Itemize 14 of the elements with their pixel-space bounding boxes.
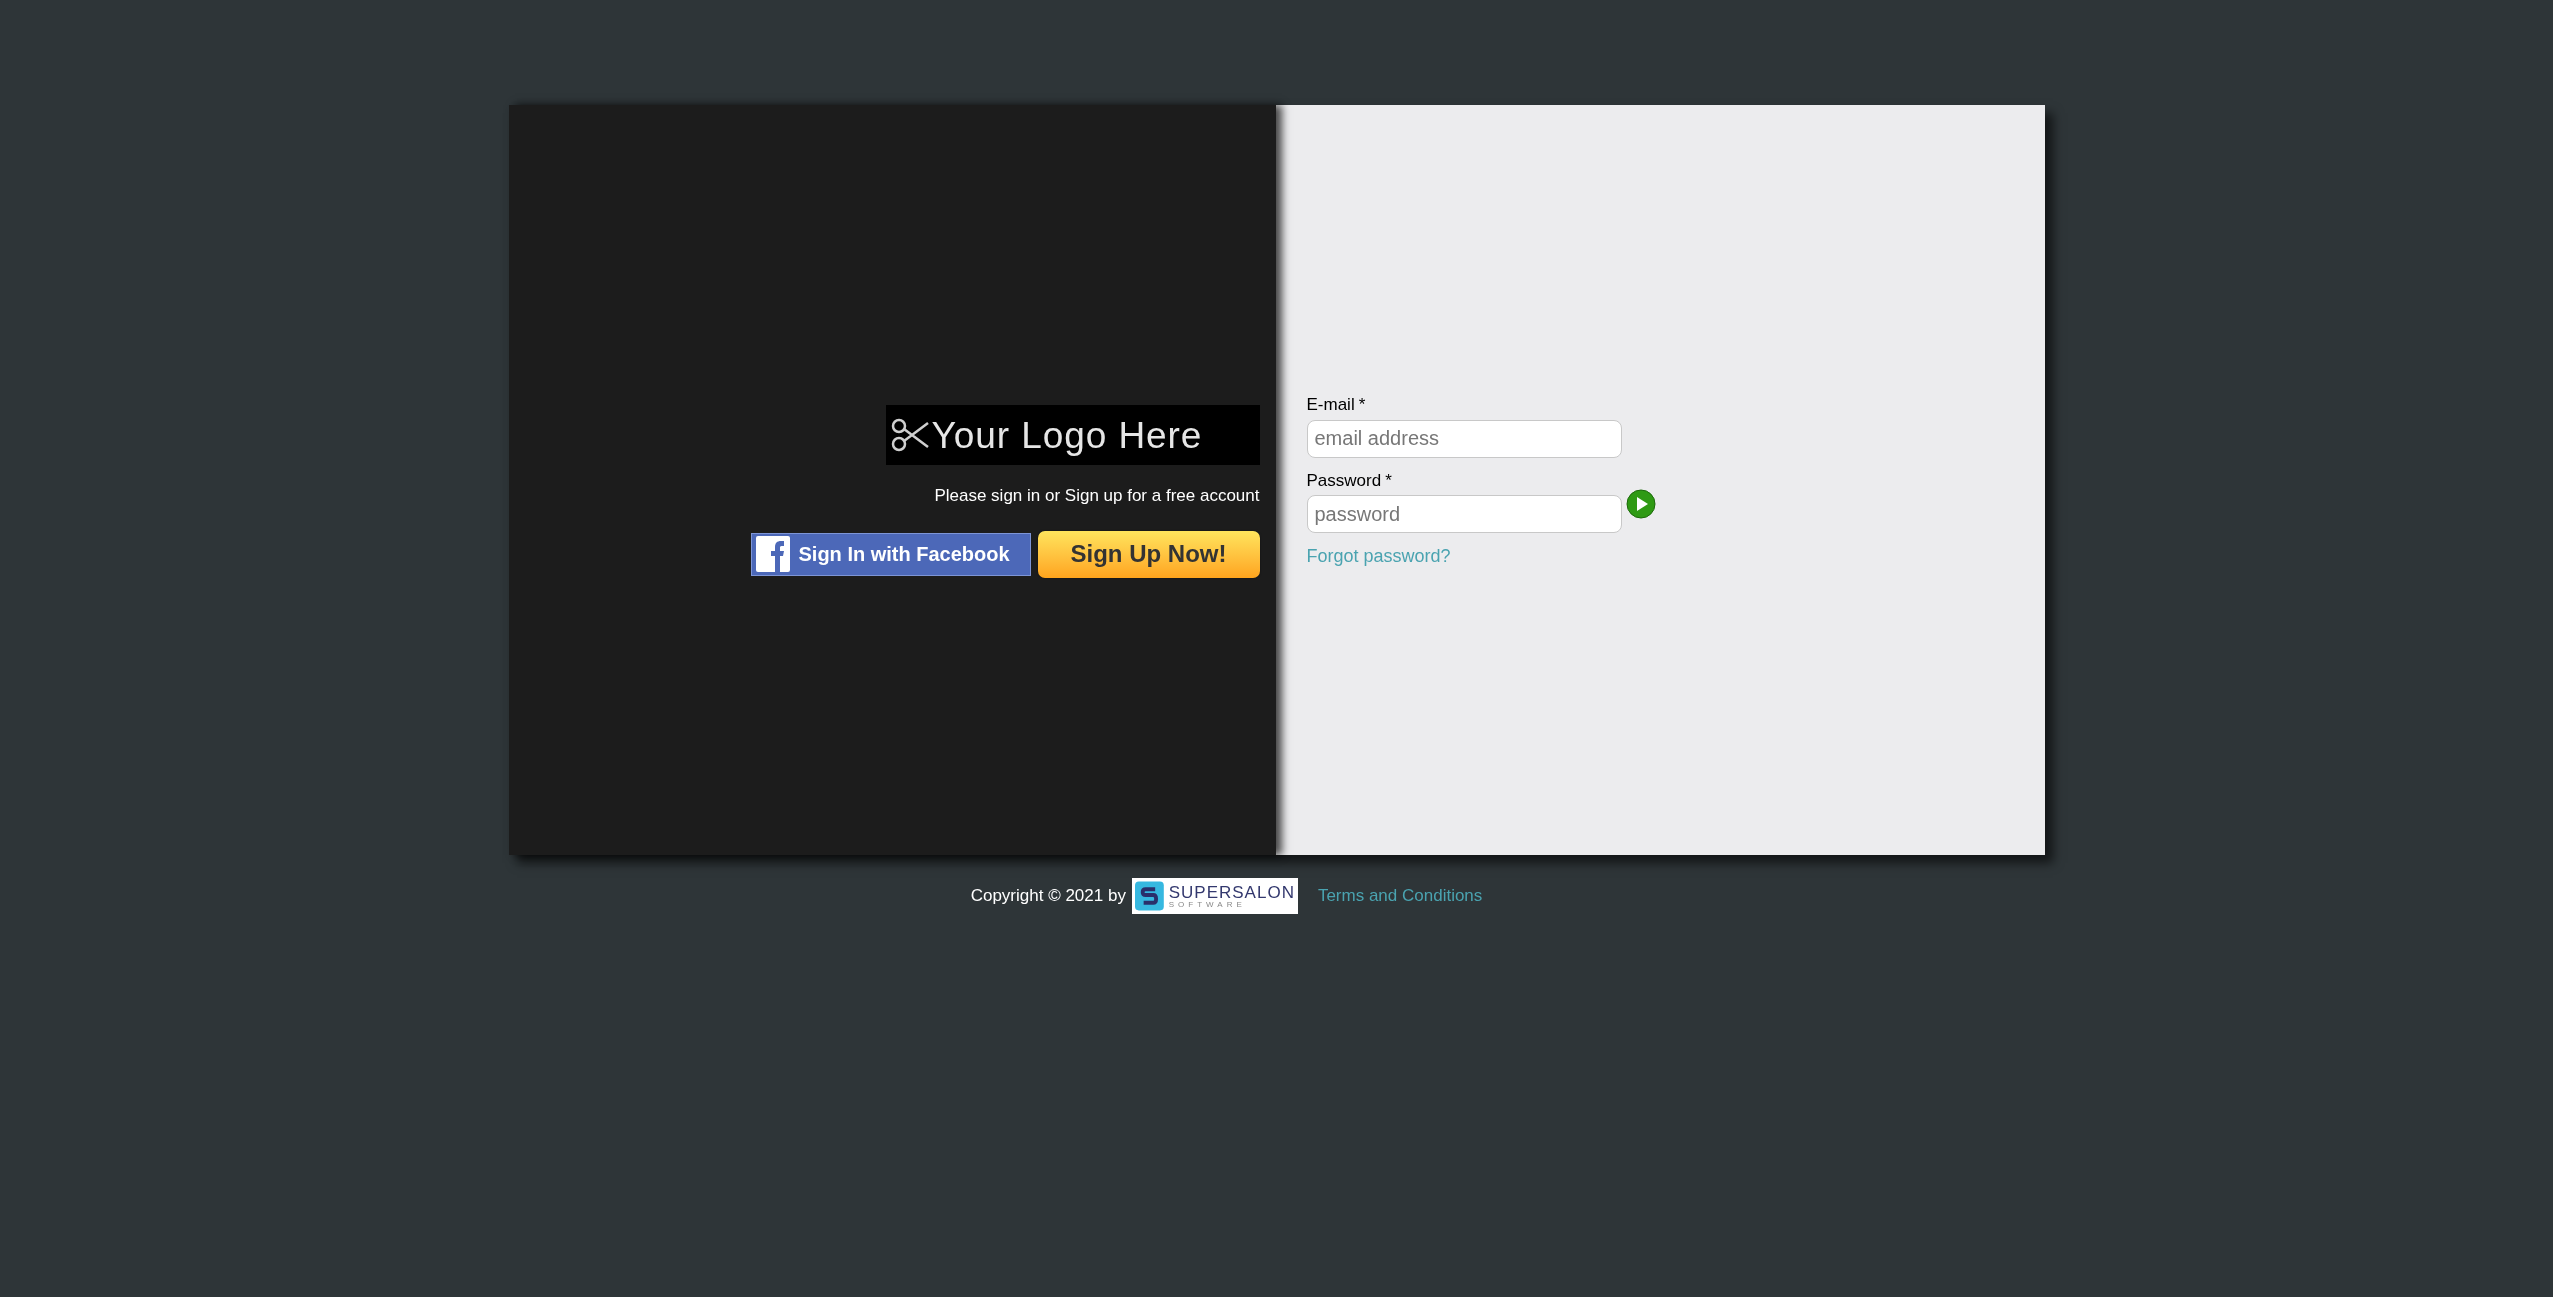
brand-name: SUPERSALON <box>1168 883 1295 901</box>
sign-up-button[interactable]: Sign Up Now! <box>1037 530 1260 578</box>
copyright-text: Copyright © 2021 by <box>970 885 1126 908</box>
sign-in-prompt: Please sign in or Sign up for a free account <box>934 485 1260 507</box>
email-input-field[interactable]: email address <box>1306 419 1622 458</box>
required-mark: * <box>1385 469 1392 492</box>
terms-link[interactable]: Terms and Conditions <box>1317 883 1483 909</box>
logo-text: Your Logo Here <box>931 416 1203 454</box>
password-input-field[interactable]: password <box>1306 495 1622 533</box>
facebook-sign-in-button[interactable]: Sign In with Facebook <box>750 532 1031 576</box>
required-mark: * <box>1358 394 1366 416</box>
email-label: E-mail <box>1306 394 1355 416</box>
brand-tagline: SOFTWARE <box>1168 900 1247 909</box>
password-label: Password <box>1306 469 1382 492</box>
